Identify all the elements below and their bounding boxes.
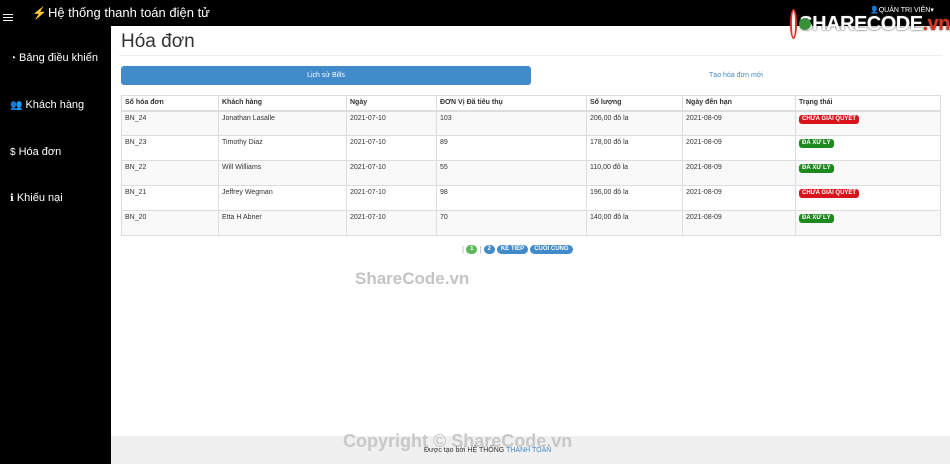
last-page-button[interactable]: CUỐI CÙNG <box>530 245 573 254</box>
column-header-date: Ngày <box>346 95 437 112</box>
cell-date: 2021-07-10 <box>346 210 437 236</box>
sidebar-item-label: Bảng điều khiển <box>19 52 98 64</box>
status-badge: CHƯA GIẢI QUYẾT <box>799 114 860 124</box>
users-icon: 👥 <box>10 99 23 111</box>
bills-table: Số hóa đơn Khách hàng Ngày ĐƠN Vị Đã tiê… <box>121 95 941 236</box>
sidebar-item-dashboard[interactable]: ◔ Bảng điều khiển <box>10 52 98 64</box>
next-page-button[interactable]: KẾ TIẾP <box>496 245 529 254</box>
cell-date: 2021-07-10 <box>346 110 437 136</box>
cell-amount: 206,00 đô la <box>586 110 683 136</box>
cell-amount: 178,00 đô la <box>586 135 683 161</box>
status-badge: ĐÃ XỬ LÝ <box>799 164 834 173</box>
sidebar-item-complaints[interactable]: ℹ Khiếu nại <box>10 192 63 204</box>
status-badge: ĐÃ XỬ LÝ <box>799 139 834 148</box>
cell-units: 70 <box>436 210 587 236</box>
lightning-icon: ⚡ <box>32 6 47 20</box>
footer-credit: Được tạo bởi HỆ THỐNG THANH TOÁN <box>424 447 551 454</box>
app-title[interactable]: ⚡Hệ thống thanh toán điện tử <box>32 5 210 20</box>
sidebar-item-label: Hóa đơn <box>18 146 62 158</box>
cell-amount: 140,00 đô la <box>586 210 683 236</box>
column-header-amount: Số lượng <box>586 95 683 112</box>
cell-units: 98 <box>436 185 587 211</box>
cell-bill-number: BN_22 <box>121 160 219 186</box>
page-1-button[interactable]: 1 <box>466 245 478 254</box>
tab-bill-history[interactable]: Lịch sử Bills <box>121 66 531 85</box>
dashboard-icon: ◔ <box>10 52 17 64</box>
cell-status: ĐÃ XỬ LÝ <box>795 160 941 186</box>
sidebar-item-label: Khách hàng <box>25 99 85 111</box>
menu-toggle-icon[interactable] <box>3 14 13 23</box>
cell-customer: Timothy Diaz <box>218 135 347 161</box>
cell-bill-number: BN_20 <box>121 210 219 236</box>
cell-customer: Jonathan Lasalle <box>218 110 347 136</box>
table-row: BN_20 Etta H Abner 2021-07-10 70 140,00 đô l… <box>121 210 941 236</box>
cell-amount: 196,00 đô la <box>586 185 683 211</box>
cell-amount: 110,00 đô la <box>586 160 683 186</box>
cell-bill-number: BN_23 <box>121 135 219 161</box>
cell-due-date: 2021-08-09 <box>682 110 796 136</box>
cell-status: CHƯA GIẢI QUYẾT <box>795 110 941 136</box>
table-header-row: Số hóa đơn Khách hàng Ngày ĐƠN Vị Đã tiê… <box>121 95 941 112</box>
column-header-bill-number: Số hóa đơn <box>121 95 219 112</box>
title-divider <box>119 55 942 56</box>
table-row: BN_22 Will Williams 2021-07-10 55 110,00 đô … <box>121 160 941 186</box>
sidebar: ◔ Bảng điều khiển 👥 Khách hàng $ Hóa đơn… <box>0 26 111 464</box>
sharecode-logo: SHARECODE.vn <box>790 4 950 44</box>
status-badge: ĐÃ XỬ LÝ <box>799 214 834 223</box>
logo-icon <box>790 9 812 39</box>
table-row: BN_24 Jonathan Lasalle 2021-07-10 103 206,00… <box>121 110 941 136</box>
cell-units: 89 <box>436 135 587 161</box>
column-header-due-date: Ngày đến hạn <box>682 95 796 112</box>
app-title-text: Hệ thống thanh toán điện tử <box>47 5 210 20</box>
table-row: BN_23 Timothy Diaz 2021-07-10 89 178,00 đô l… <box>121 135 941 161</box>
cell-customer: Jeffrey Wegman <box>218 185 347 211</box>
cell-units: 55 <box>436 160 587 186</box>
column-header-customer: Khách hàng <box>218 95 347 112</box>
cell-status: ĐÃ XỬ LÝ <box>795 135 941 161</box>
page-title: Hóa đơn <box>121 31 195 52</box>
cell-customer: Etta H Abner <box>218 210 347 236</box>
footer-link[interactable]: THANH TOÁN <box>506 447 551 454</box>
cell-date: 2021-07-10 <box>346 185 437 211</box>
cell-due-date: 2021-08-09 <box>682 160 796 186</box>
cell-status: CHƯA GIẢI QUYẾT <box>795 185 941 211</box>
pagination-separator: | <box>462 245 465 254</box>
cell-bill-number: BN_21 <box>121 185 219 211</box>
pagination-separator: | <box>479 245 482 254</box>
logo-text: SHARECODE.vn <box>799 12 950 35</box>
column-header-status: Trạng thái <box>795 95 941 112</box>
status-badge: CHƯA GIẢI QUYẾT <box>799 189 860 198</box>
cell-bill-number: BN_24 <box>121 110 219 136</box>
tab-create-bill[interactable]: Tạo hóa đơn mới <box>531 66 941 85</box>
table-row: BN_21 Jeffrey Wegman 2021-07-10 98 196,00 đô… <box>121 185 941 211</box>
sidebar-item-label: Khiếu nại <box>16 192 63 204</box>
info-icon: ℹ <box>10 192 14 204</box>
cell-due-date: 2021-08-09 <box>682 185 796 211</box>
column-header-units: ĐƠN Vị Đã tiêu thụ <box>436 95 587 112</box>
watermark-text: ShareCode.vn <box>355 269 470 288</box>
sidebar-item-bills[interactable]: $ Hóa đơn <box>10 146 61 158</box>
cell-customer: Will Williams <box>218 160 347 186</box>
cell-units: 103 <box>436 110 587 136</box>
cell-date: 2021-07-10 <box>346 160 437 186</box>
sidebar-item-customers[interactable]: 👥 Khách hàng <box>10 99 84 111</box>
cell-date: 2021-07-10 <box>346 135 437 161</box>
pagination: | 1 | 2 KẾ TIẾP CUỐI CÙNG <box>462 245 573 254</box>
cell-due-date: 2021-08-09 <box>682 210 796 236</box>
dollar-icon: $ <box>10 146 16 158</box>
page-2-button[interactable]: 2 <box>483 245 495 254</box>
cell-status: ĐÃ XỬ LÝ <box>795 210 941 236</box>
footer-credit-text: Được tạo bởi HỆ THỐNG <box>424 447 507 454</box>
cell-due-date: 2021-08-09 <box>682 135 796 161</box>
main-content: Hóa đơn Lịch sử Bills Tạo hóa đơn mới Số… <box>111 26 950 464</box>
